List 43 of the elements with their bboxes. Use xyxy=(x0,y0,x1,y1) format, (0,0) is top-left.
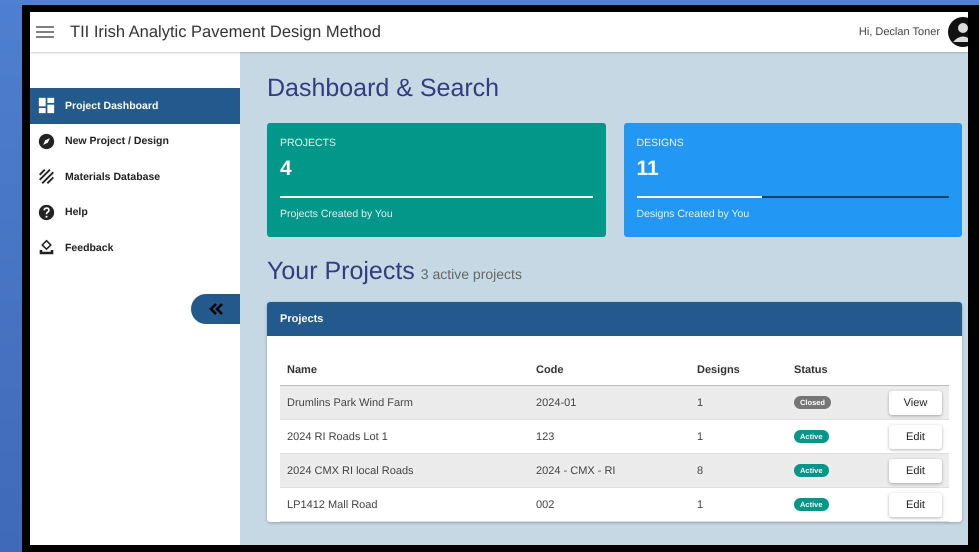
card-header: Projects xyxy=(267,302,962,336)
sidebar-item[interactable]: Help xyxy=(30,194,240,230)
menu-icon[interactable] xyxy=(36,26,54,38)
stat-value: 11 xyxy=(636,157,660,181)
help-icon xyxy=(38,204,55,221)
page-title: Dashboard & Search xyxy=(267,74,500,103)
table-cell: 2024-01 xyxy=(529,386,690,420)
sidebar-label: Project Dashboard xyxy=(65,100,158,112)
sidebar-item[interactable]: Project Dashboard xyxy=(30,88,240,124)
sidebar-label: Help xyxy=(65,206,88,218)
sidebar-label: New Project / Design xyxy=(65,135,169,148)
table-cell: 002 xyxy=(529,488,690,522)
app-title: TII Irish Analytic Pavement Design Method xyxy=(70,22,382,42)
section-title: Your Projects xyxy=(267,257,415,286)
section-subtitle: 3 active projects xyxy=(420,266,522,282)
action-button[interactable]: Edit xyxy=(889,424,942,448)
table-cell: 1 xyxy=(690,386,787,420)
stat-label: PROJECTS xyxy=(280,137,338,149)
action-button[interactable]: Edit xyxy=(889,492,942,516)
sidebar-label: Materials Database xyxy=(65,170,160,183)
sidebar-item[interactable]: Materials Database xyxy=(30,159,240,194)
table-cell: Drumlins Park Wind Farm xyxy=(280,386,529,420)
table-cell: 1 xyxy=(690,488,787,522)
stat-caption: Designs Created by You xyxy=(636,208,750,220)
double-chevron-icon xyxy=(208,302,224,314)
collapse-button[interactable] xyxy=(191,294,240,324)
action-button[interactable]: View xyxy=(889,390,942,414)
table-cell: LP1412 Mall Road xyxy=(280,488,529,522)
sidebar-item[interactable]: New Project / Design xyxy=(30,124,240,159)
stat-value: 4 xyxy=(280,157,293,181)
stat-label: DESIGNS xyxy=(636,137,685,149)
table-cell: 2024 - CMX - RI xyxy=(529,454,690,488)
stripes-icon xyxy=(38,168,55,186)
stat-caption: Projects Created by You xyxy=(280,208,394,220)
inbox-tray-icon xyxy=(38,239,55,256)
table-cell: 2024 CMX RI local Roads xyxy=(280,454,529,488)
dashboard-icon xyxy=(38,97,55,114)
table-cell: 8 xyxy=(690,454,787,488)
sidebar-item[interactable]: Feedback xyxy=(30,230,240,266)
action-button[interactable]: Edit xyxy=(889,458,942,482)
sidebar-label: Feedback xyxy=(65,242,114,254)
user-greeting: Hi, Declan Toner xyxy=(858,26,940,38)
compass-icon xyxy=(38,132,55,150)
